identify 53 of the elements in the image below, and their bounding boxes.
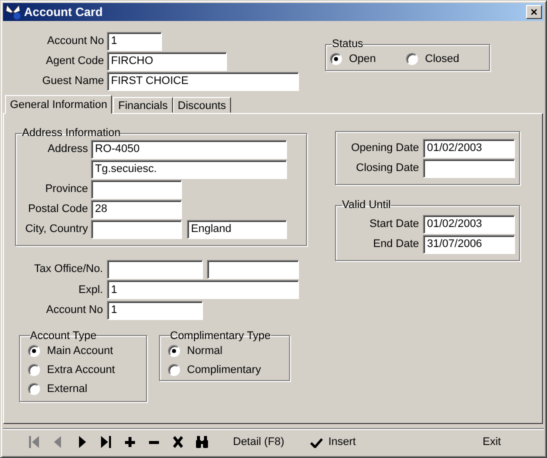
text-field[interactable] — [107, 260, 203, 279]
date-field[interactable]: 01/02/2003 — [423, 138, 515, 158]
insert-button[interactable]: Insert — [307, 434, 359, 450]
date-field[interactable] — [423, 158, 515, 178]
radio-option[interactable]: Main Account — [28, 342, 140, 360]
close-button[interactable]: × — [526, 5, 542, 19]
checkmark-icon — [310, 436, 324, 448]
field-label: Province — [44, 183, 88, 195]
radio-option[interactable]: Extra Account — [28, 360, 140, 380]
text-field[interactable]: Tg.secuiesc. — [91, 160, 287, 178]
butterfly-icon — [5, 4, 21, 20]
field-label: End Date — [372, 238, 419, 250]
text-field[interactable]: 1 — [107, 280, 299, 300]
radio-option[interactable]: Open — [330, 50, 406, 67]
window-title: Account Card — [24, 5, 104, 19]
tab[interactable]: General Information — [5, 95, 112, 114]
group-title: Complimentary Type — [170, 330, 271, 342]
text-field[interactable]: England — [187, 220, 287, 238]
text-field[interactable]: 1 — [107, 300, 203, 320]
text-field[interactable]: 1 — [107, 32, 162, 50]
text-field[interactable]: FIRST CHOICE — [107, 72, 299, 90]
date-field[interactable]: 31/07/2006 — [423, 234, 515, 254]
radio-option[interactable]: Complimentary — [168, 360, 283, 380]
field-label: Tax Office/No. — [33, 263, 103, 276]
field-label: Address — [46, 143, 88, 155]
date-field[interactable]: 01/02/2003 — [423, 214, 515, 234]
group-title: Status — [332, 38, 364, 50]
field-label: Postal Code — [27, 203, 88, 215]
group-title: Valid Until — [342, 199, 391, 211]
radio-option[interactable]: External — [28, 380, 140, 398]
group-title: Account Type — [30, 330, 96, 342]
field-label: Guest Name — [41, 75, 104, 87]
radio-option[interactable]: Normal — [168, 342, 283, 360]
field-label: Account No — [46, 35, 104, 47]
radio-option[interactable]: Closed — [406, 50, 482, 67]
group-title: Address Information — [22, 127, 120, 139]
text-field[interactable]: 28 — [91, 200, 182, 218]
text-field[interactable] — [207, 260, 299, 279]
text-field[interactable]: FIRCHO — [107, 52, 227, 70]
field-label: City, Country — [24, 223, 88, 235]
tab[interactable]: Discounts — [172, 97, 232, 113]
field-label: Closing Date — [355, 162, 419, 174]
tab[interactable]: Financials — [113, 97, 173, 113]
text-field[interactable] — [91, 180, 182, 198]
detail-button[interactable]: Detail (F8) — [230, 434, 288, 450]
field-label: Agent Code — [44, 55, 104, 67]
field-label: Opening Date — [350, 142, 419, 154]
text-field[interactable]: RO-4050 — [91, 140, 287, 158]
field-label: Expl. — [78, 284, 103, 296]
text-field[interactable] — [91, 220, 182, 238]
exit-button[interactable]: Exit — [480, 434, 504, 450]
field-label: Account No — [45, 304, 103, 316]
field-label: Start Date — [368, 218, 419, 230]
